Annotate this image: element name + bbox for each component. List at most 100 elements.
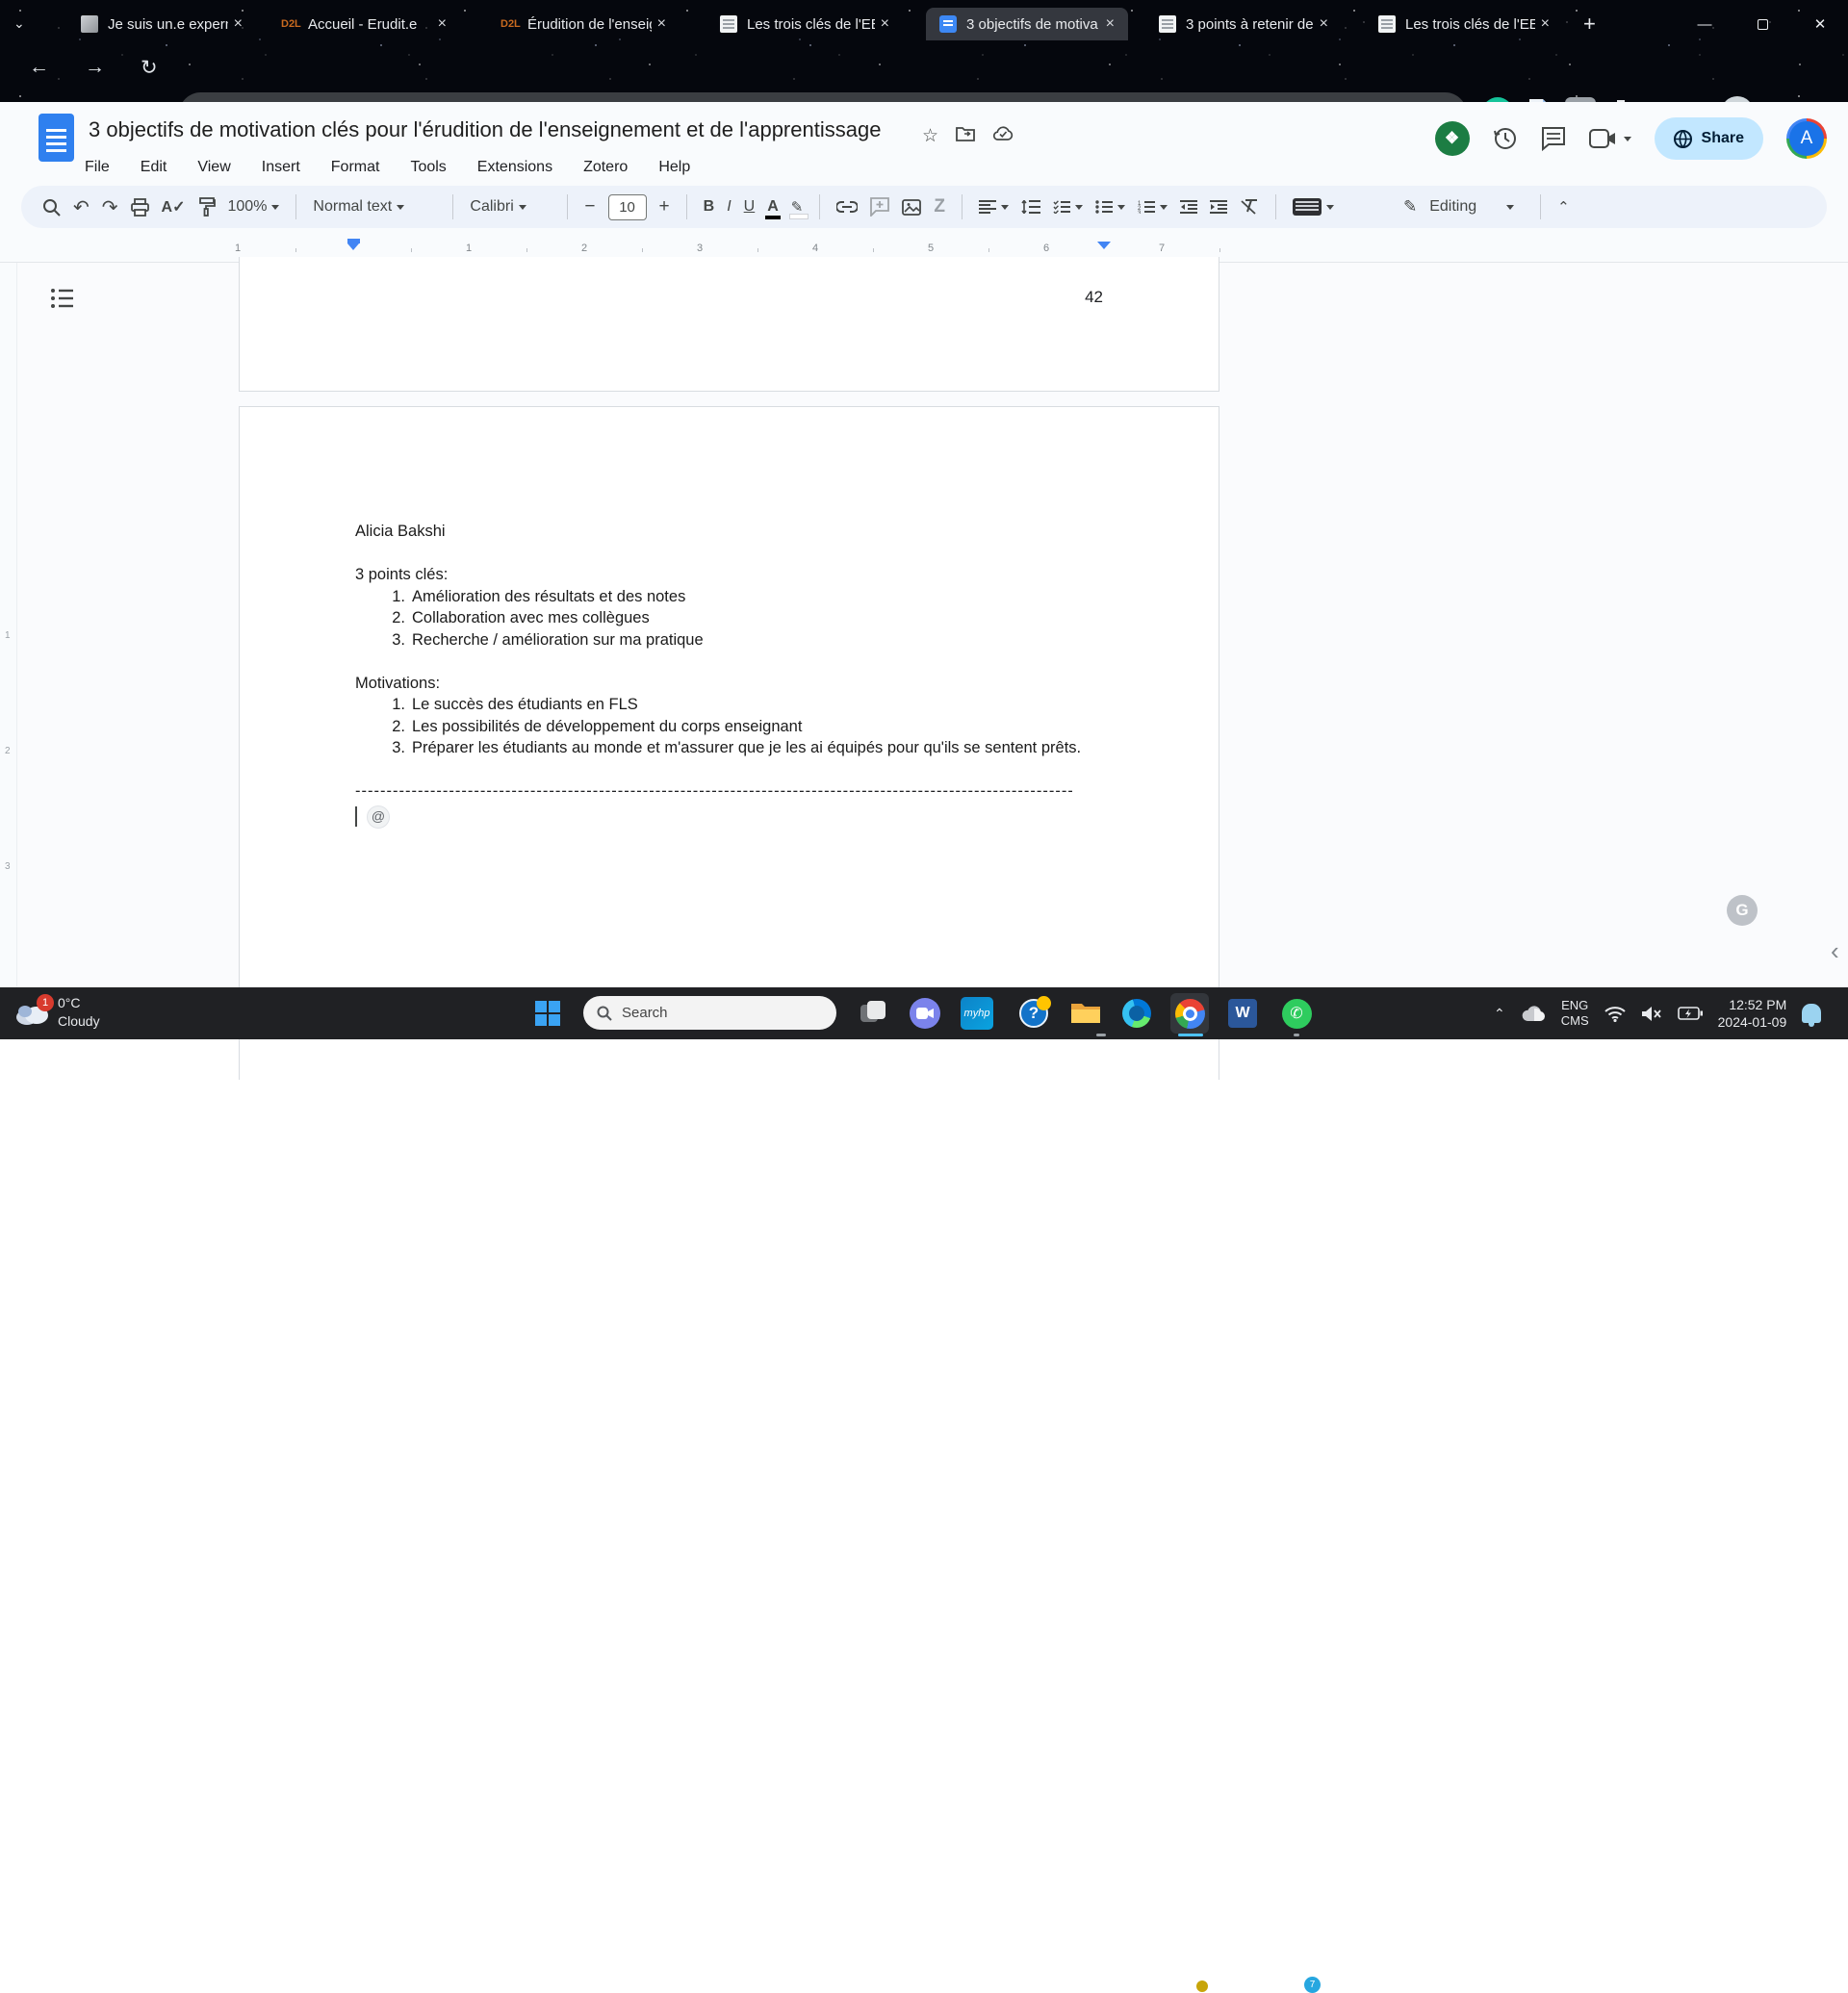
underline-button[interactable]: U [744,198,756,216]
cloud-saved-icon[interactable] [992,125,1014,141]
add-comment-icon[interactable] [870,197,890,217]
minimize-button[interactable]: — [1682,10,1727,38]
move-folder-icon[interactable] [956,125,975,142]
side-panel-chevron-icon[interactable]: ‹ [1831,936,1839,966]
at-mention-chip[interactable]: @ [367,805,390,829]
undo-icon[interactable]: ↶ [73,195,90,219]
checklist-button[interactable] [1053,200,1083,214]
start-button[interactable] [530,996,565,1031]
numbered-list-button[interactable]: 123 [1138,200,1168,214]
menu-edit[interactable]: Edit [139,156,169,179]
document-body[interactable]: Alicia Bakshi 3 points clés: 1. Améliora… [355,521,1106,830]
get-help-button[interactable]: ? [1016,996,1051,1031]
input-tools-button[interactable] [1292,198,1334,216]
tab-6[interactable]: 3 points à retenir de × [1145,8,1342,40]
edge-button[interactable] [1119,996,1154,1031]
onedrive-icon[interactable] [1521,1005,1546,1022]
menu-format[interactable]: Format [329,156,382,179]
menu-extensions[interactable]: Extensions [475,156,554,179]
clock[interactable]: 12:52 PM 2024-01-09 [1718,996,1787,1031]
document-title[interactable]: 3 objectifs de motivation clés pour l'ér… [89,117,881,142]
task-view-button[interactable] [856,996,890,1031]
vertical-ruler[interactable]: 1 2 3 [0,263,17,987]
decrease-font-size-button[interactable]: − [584,196,595,217]
clear-formatting-icon[interactable] [1240,199,1259,215]
line-spacing-button[interactable] [1021,200,1040,214]
menu-file[interactable]: File [83,156,112,179]
bold-button[interactable]: B [704,198,715,216]
zoom-select[interactable]: 100% [228,198,280,216]
tab-close-icon[interactable]: × [1100,15,1120,33]
menu-zotero[interactable]: Zotero [581,156,629,179]
highlight-color-button[interactable]: ✎ [788,198,808,219]
version-history-icon[interactable] [1493,126,1518,151]
myhp-app-button[interactable]: myhp [960,996,994,1031]
tab-close-icon[interactable]: × [875,15,895,33]
font-family-select[interactable]: Calibri [470,198,551,216]
menu-insert[interactable]: Insert [260,156,302,179]
video-call-button[interactable] [1588,129,1631,148]
decrease-indent-icon[interactable] [1179,200,1197,214]
insert-link-icon[interactable] [836,201,859,213]
green-extension-icon[interactable]: ❖ [1434,121,1470,156]
tab-list-chevron-icon[interactable]: ⌄ [13,15,25,32]
increase-font-size-button[interactable]: + [659,196,670,217]
font-size-input[interactable]: 10 [607,193,647,220]
whatsapp-button[interactable]: ✆ [1279,996,1314,1031]
share-button[interactable]: Share [1654,117,1763,160]
increase-indent-icon[interactable] [1209,200,1227,214]
tab-4[interactable]: Les trois clés de l'EEA × [706,8,903,40]
right-indent-marker[interactable] [1097,242,1111,249]
insert-image-icon[interactable] [902,198,922,216]
forward-button[interactable]: → [85,56,105,79]
language-indicator[interactable]: ENG CMS [1561,998,1589,1029]
tab-close-icon[interactable]: × [432,15,452,33]
chrome-button[interactable] [1172,996,1207,1031]
paint-format-icon[interactable] [198,197,216,217]
taskbar-search[interactable]: Search [583,996,836,1030]
zotero-button[interactable]: Z [934,196,945,217]
print-icon[interactable] [130,197,149,217]
spell-check-icon[interactable]: A✓ [162,197,186,217]
redo-icon[interactable]: ↷ [102,195,118,219]
hidden-icons-chevron[interactable]: ⌃ [1494,1006,1505,1022]
italic-button[interactable]: I [727,198,731,216]
document-page-2[interactable]: Alicia Bakshi 3 points clés: 1. Améliora… [239,406,1219,1080]
menu-tools[interactable]: Tools [408,156,448,179]
document-outline-icon[interactable] [50,288,73,309]
chat-app-button[interactable] [908,996,942,1031]
tab-close-icon[interactable]: × [652,15,672,33]
star-document-icon[interactable]: ☆ [922,125,938,147]
account-avatar[interactable]: A [1786,118,1827,159]
volume-muted-icon[interactable] [1641,1006,1662,1022]
menu-help[interactable]: Help [656,156,692,179]
weather-widget[interactable]: 1 0°C Cloudy [13,994,100,1031]
align-button[interactable] [978,200,1009,214]
comments-icon[interactable] [1541,126,1566,151]
back-button[interactable]: ← [29,56,49,79]
reload-button[interactable]: ↻ [141,56,158,80]
search-icon[interactable] [42,198,61,217]
maximize-button[interactable] [1740,10,1784,38]
bulleted-list-button[interactable] [1095,200,1125,214]
menu-view[interactable]: View [195,156,232,179]
google-docs-logo[interactable] [38,114,74,162]
file-explorer-button[interactable] [1068,996,1103,1031]
left-indent-marker[interactable] [347,239,360,250]
tab-close-icon[interactable]: × [228,15,248,33]
tab-3[interactable]: D2L Érudition de l'enseig × [487,8,680,40]
notification-bell-icon[interactable] [1802,1004,1822,1027]
tab-close-icon[interactable]: × [1535,15,1555,33]
word-button[interactable]: W [1225,996,1260,1031]
collapse-toolbar-button[interactable]: ⌃ [1557,198,1570,216]
tab-1[interactable]: Je suis un.e expermin × [67,8,256,40]
text-color-button[interactable]: A [765,198,781,219]
tab-2[interactable]: D2L Accueil - Erudit.e × [268,8,460,40]
wifi-icon[interactable] [1604,1006,1626,1022]
editing-mode-select[interactable]: ✎ Editing [1403,197,1515,217]
grammarly-status-badge[interactable]: G [1727,895,1758,926]
tab-7[interactable]: Les trois clés de l'EEA × [1365,8,1563,40]
tab-close-icon[interactable]: × [1314,15,1334,33]
tab-5-active[interactable]: 3 objectifs de motiva × [926,8,1128,40]
document-page-1[interactable]: 42 [239,257,1219,392]
